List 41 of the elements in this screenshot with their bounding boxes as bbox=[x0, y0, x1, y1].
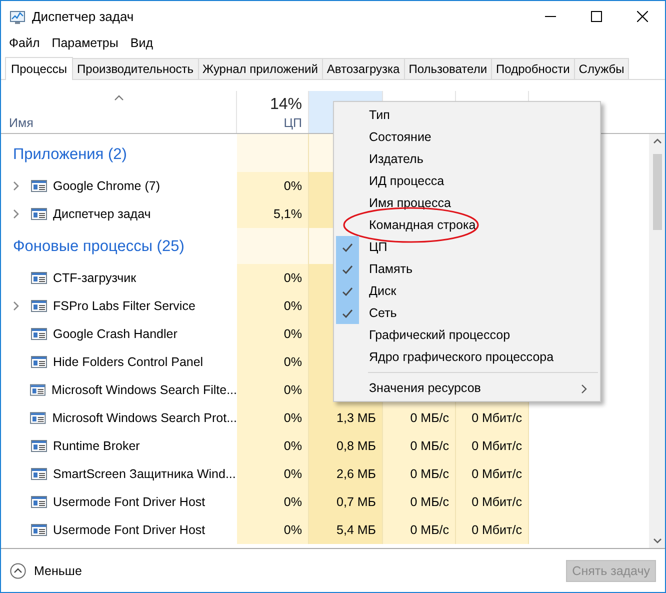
table-cell: 0% bbox=[237, 292, 309, 320]
table-cell: 0 МБ/с bbox=[383, 488, 456, 516]
table-cell: 0% bbox=[237, 460, 309, 488]
process-name: Google Chrome (7) bbox=[53, 179, 160, 193]
table-cell: 2,6 МБ bbox=[309, 460, 383, 488]
window-title: Диспетчер задач bbox=[32, 9, 134, 24]
table-cell: 0 МБ/с bbox=[383, 404, 456, 432]
table-cell: 5,4 МБ bbox=[309, 516, 383, 544]
table-cell: 5,1% bbox=[237, 200, 309, 228]
table-cell: 0 МБ/с bbox=[383, 460, 456, 488]
table-cell: 0 Мбит/с bbox=[456, 488, 529, 516]
process-name: Usermode Font Driver Host bbox=[53, 495, 206, 509]
table-cell: 0 Мбит/с bbox=[456, 516, 529, 544]
table-cell: 0% bbox=[237, 376, 309, 404]
table-cell: 0% bbox=[237, 348, 309, 376]
column-reading: 14% bbox=[270, 96, 302, 114]
table-cell: 0% bbox=[237, 488, 309, 516]
table-cell: 0 МБ/с bbox=[383, 432, 456, 460]
process-name: CTF-загрузчик bbox=[53, 271, 136, 285]
table-cell: 0% bbox=[237, 264, 309, 292]
table-cell: 0% bbox=[237, 432, 309, 460]
table-cell: 0,8 МБ bbox=[309, 432, 383, 460]
table-cell: 0 МБ/с bbox=[383, 516, 456, 544]
process-name: Диспетчер задач bbox=[53, 207, 151, 221]
table-cell: 0 Мбит/с bbox=[456, 432, 529, 460]
table-cell: 0 Мбит/с bbox=[456, 460, 529, 488]
table-cell: 0% bbox=[237, 320, 309, 348]
process-name: Usermode Font Driver Host bbox=[53, 523, 206, 537]
process-name: Hide Folders Control Panel bbox=[53, 355, 204, 369]
process-name: Runtime Broker bbox=[53, 439, 140, 453]
table-cell: 0% bbox=[237, 516, 309, 544]
process-name: FSPro Labs Filter Service bbox=[53, 299, 196, 313]
table-cell: 0% bbox=[237, 172, 309, 200]
table-cell: 1,3 МБ bbox=[309, 404, 383, 432]
process-name: Google Crash Handler bbox=[53, 327, 178, 341]
process-name: Microsoft Windows Search Prot... bbox=[52, 411, 237, 425]
table-cell: 0,7 МБ bbox=[309, 488, 383, 516]
process-name: Microsoft Windows Search Filte... bbox=[52, 383, 237, 397]
table-cell: 0% bbox=[237, 404, 309, 432]
process-name: SmartScreen Защитника Wind... bbox=[53, 467, 236, 481]
table-cell: 0 Мбит/с bbox=[456, 404, 529, 432]
